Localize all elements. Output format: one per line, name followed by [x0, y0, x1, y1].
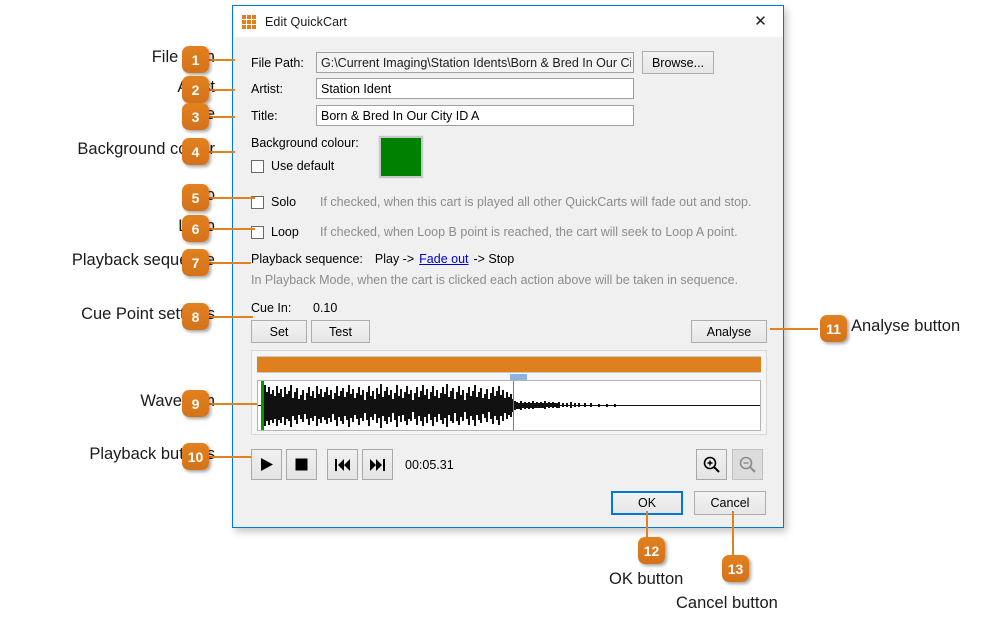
annotation-callout-13: 13 — [722, 555, 749, 582]
close-icon[interactable]: ✕ — [738, 6, 783, 36]
file-path-input[interactable] — [316, 52, 634, 73]
title-label: Title: — [251, 108, 278, 123]
annotation-label-12: OK button — [609, 570, 684, 588]
annotation-label-11: Analyse button — [851, 317, 961, 335]
cue-buttons-row: Set Test — [251, 320, 370, 343]
edit-quickcart-dialog: Edit QuickCart ✕ File Path: Browse... Ar… — [232, 5, 784, 528]
grid-icon — [242, 14, 256, 29]
annotation-callout-11: 11 — [820, 315, 847, 342]
annotation-leader-6 — [209, 228, 255, 230]
transport-controls: 00:05.31 — [251, 449, 454, 480]
use-default-label: Use default — [271, 159, 335, 173]
use-default-row[interactable]: Use default — [251, 159, 334, 173]
dialog-body: File Path: Browse... Artist: Title: Back… — [233, 37, 783, 527]
annotation-callout-6: 6 — [182, 215, 209, 242]
sequence-play-step: Play -> — [374, 252, 415, 266]
title-input[interactable] — [316, 105, 634, 126]
solo-label: Solo — [271, 195, 297, 209]
annotation-callout-3: 3 — [182, 103, 209, 130]
annotation-callout-9: 9 — [182, 390, 209, 417]
play-icon[interactable] — [251, 449, 282, 480]
annotation-callout-8: 8 — [182, 303, 209, 330]
playhead-marker — [513, 381, 514, 430]
zoom-controls — [696, 449, 763, 480]
test-button[interactable]: Test — [311, 320, 370, 343]
artist-row: Artist: — [251, 78, 634, 99]
waveform-display[interactable] — [257, 380, 761, 431]
playback-sequence-row: Playback sequence: Play -> Fade out -> S… — [251, 252, 514, 266]
annotation-leader-3 — [209, 116, 235, 118]
background-colour-label-row: Background colour: — [251, 136, 359, 150]
sequence-stop-step: -> Stop — [473, 252, 515, 266]
cue-in-row: Cue In: 0.10 — [251, 301, 337, 315]
timecode-display: 00:05.31 — [405, 457, 454, 472]
skip-forward-icon[interactable] — [362, 449, 393, 480]
cancel-button[interactable]: Cancel — [694, 491, 766, 515]
browse-button[interactable]: Browse... — [642, 51, 714, 74]
file-path-row: File Path: Browse... — [251, 51, 714, 74]
solo-hint: If checked, when this cart is played all… — [320, 195, 752, 209]
annotation-leader-2 — [209, 89, 235, 91]
annotation-callout-10: 10 — [182, 443, 209, 470]
annotation-callout-5: 5 — [182, 184, 209, 211]
set-button[interactable]: Set — [251, 320, 307, 343]
annotation-leader-9 — [209, 403, 257, 405]
loop-hint: If checked, when Loop B point is reached… — [320, 225, 738, 239]
title-row: Title: — [251, 105, 634, 126]
artist-input[interactable] — [316, 78, 634, 99]
stop-icon[interactable] — [286, 449, 317, 480]
loop-label: Loop — [271, 225, 299, 239]
title-bar: Edit QuickCart ✕ — [233, 6, 783, 37]
annotation-leader-10 — [209, 456, 251, 458]
analyse-button[interactable]: Analyse — [691, 320, 767, 343]
footer-buttons: OK Cancel — [611, 491, 766, 515]
artist-label: Artist: — [251, 81, 283, 96]
annotation-callout-7: 7 — [182, 249, 209, 276]
playback-mode-hint: In Playback Mode, when the cart is click… — [251, 273, 739, 287]
analyse-row: Analyse — [691, 320, 767, 343]
playback-sequence-label: Playback sequence: — [251, 252, 363, 266]
zoom-out-icon — [732, 449, 763, 480]
annotation-leader-5 — [209, 197, 255, 199]
loop-row: Loop If checked, when Loop B point is re… — [251, 225, 738, 239]
annotation-callout-1: 1 — [182, 46, 209, 73]
annotation-leader-8 — [209, 316, 253, 318]
annotation-leader-13 — [732, 511, 734, 556]
sequence-fade-out-link[interactable]: Fade out — [419, 252, 468, 266]
window-title: Edit QuickCart — [265, 14, 347, 29]
use-default-checkbox[interactable] — [251, 159, 264, 173]
waveform-timeline-bar[interactable] — [257, 356, 761, 373]
zoom-in-icon[interactable] — [696, 449, 727, 480]
annotation-leader-7 — [209, 262, 251, 264]
cue-in-value: 0.10 — [313, 301, 338, 315]
file-path-label: File Path: — [251, 55, 304, 70]
waveform-graphic — [258, 384, 760, 428]
annotation-callout-12: 12 — [638, 537, 665, 564]
playback-mode-hint-row: In Playback Mode, when the cart is click… — [251, 273, 738, 287]
annotation-callout-4: 4 — [182, 138, 209, 165]
annotation-leader-11 — [770, 328, 818, 330]
background-colour-label: Background colour: — [251, 136, 359, 150]
cue-in-label: Cue In: — [251, 301, 292, 315]
waveform-panel[interactable] — [251, 350, 767, 435]
annotation-label-13: Cancel button — [676, 594, 778, 612]
annotation-callout-2: 2 — [182, 76, 209, 103]
solo-row: Solo If checked, when this cart is playe… — [251, 195, 751, 209]
cue-in-marker — [261, 381, 264, 430]
skip-back-icon[interactable] — [327, 449, 358, 480]
annotation-leader-4 — [209, 151, 235, 153]
background-colour-swatch[interactable] — [378, 135, 424, 179]
annotation-leader-1 — [209, 59, 235, 61]
